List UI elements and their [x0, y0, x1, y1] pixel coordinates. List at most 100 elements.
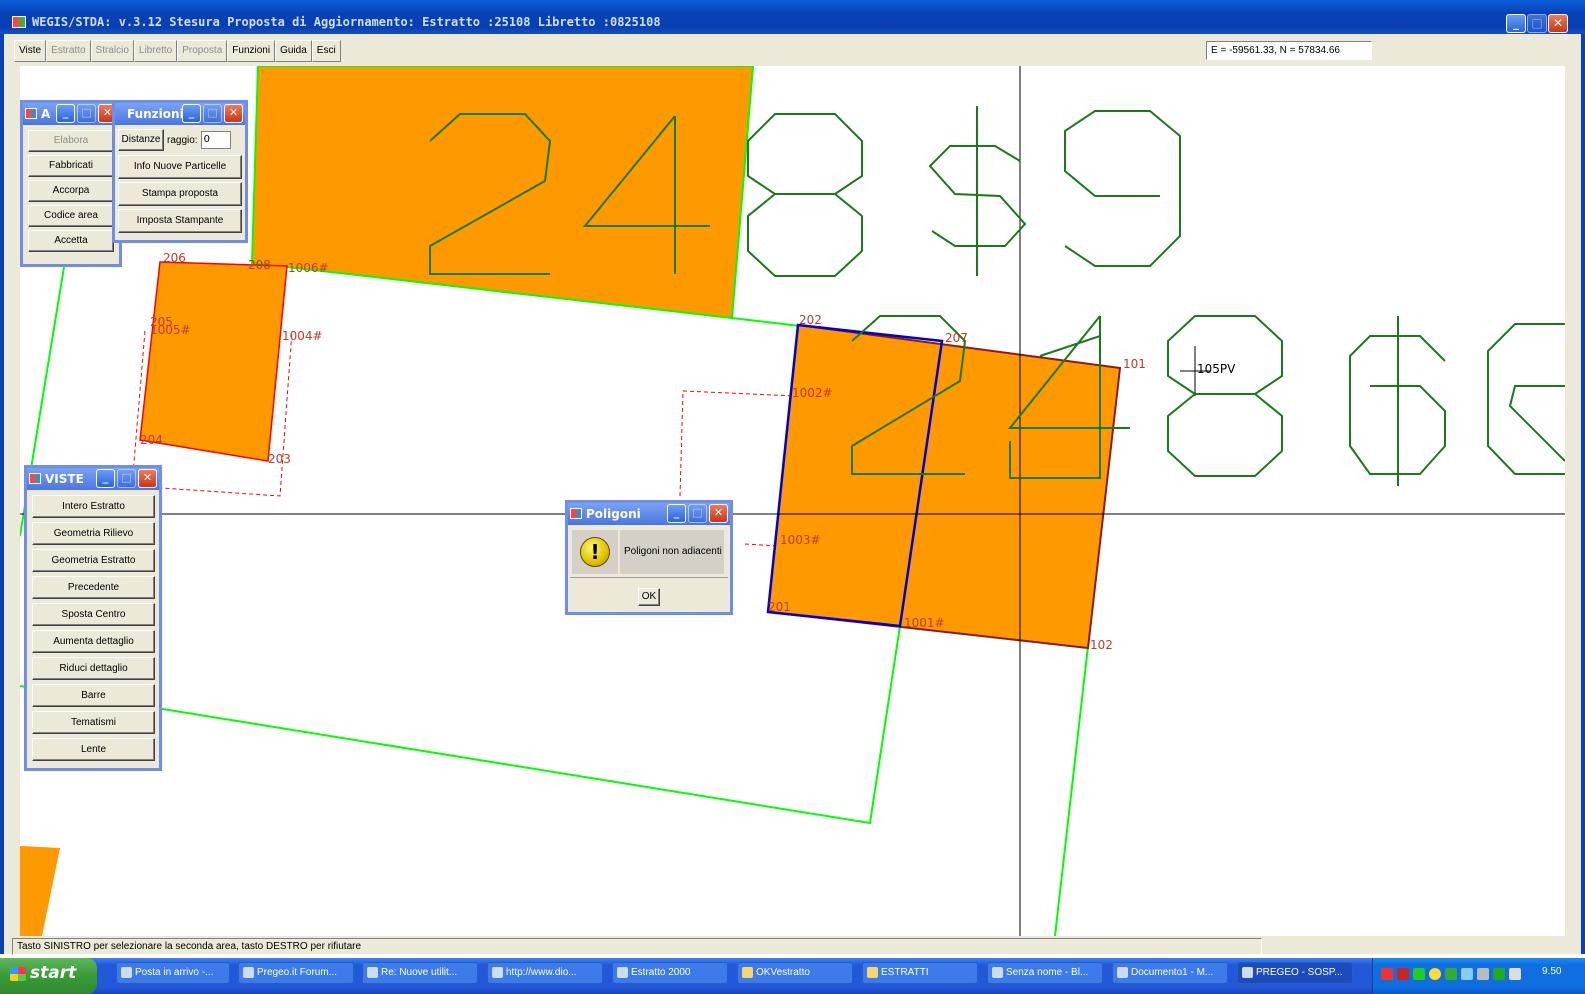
- panel-viste-close-button[interactable]: ✕: [138, 469, 157, 488]
- task-http[interactable]: http://www.dio...: [487, 962, 603, 984]
- close-button[interactable]: ✕: [1548, 14, 1568, 33]
- task-senza-nome[interactable]: Senza nome - Bl...: [987, 962, 1103, 984]
- task-pregeo-forum[interactable]: Pregeo.it Forum...: [238, 962, 354, 984]
- warning-icon: !: [580, 537, 610, 567]
- tematismi-button[interactable]: Tematismi: [32, 711, 155, 734]
- menu-viste[interactable]: Viste: [14, 40, 47, 62]
- codice-area-button[interactable]: Codice area: [28, 205, 114, 227]
- app-icon: [12, 16, 26, 28]
- info-nuove-particelle-button[interactable]: Info Nuove Particelle: [118, 155, 242, 179]
- geometria-rilievo-button[interactable]: Geometria Rilievo: [32, 522, 155, 545]
- panel-viste: VISTE _ □ ✕ Intero Estratto Geometria Ri…: [24, 465, 162, 771]
- label-203: 203: [268, 452, 291, 466]
- tray-icon-smiley[interactable]: [1429, 968, 1441, 980]
- geometria-estratto-button[interactable]: Geometria Estratto: [32, 549, 155, 572]
- panel-funzioni: Funzioni _ □ ✕ Distanze raggio: 0 Info N…: [112, 100, 248, 243]
- coordinates-readout: E = -59561.33, N = 57834.66: [1206, 41, 1372, 60]
- dialog-close-button[interactable]: ✕: [709, 504, 728, 523]
- dialog-title: Poligoni: [586, 507, 641, 521]
- mail-icon: [121, 967, 132, 978]
- menu-estratto[interactable]: Estratto: [46, 40, 91, 62]
- dialog-minimize-button[interactable]: _: [667, 504, 686, 523]
- window-title: WEGIS/STDA: v.3.12 Stesura Proposta di A…: [32, 15, 661, 29]
- folder-icon: [867, 967, 878, 978]
- menu-esci[interactable]: Esci: [311, 40, 341, 62]
- label-1004: 1004#: [282, 329, 323, 343]
- status-bar: Tasto SINISTRO per selezionare la second…: [12, 938, 1262, 955]
- label-204: 204: [140, 433, 163, 447]
- fabbricati-button[interactable]: Fabbricati: [28, 155, 114, 177]
- volume-icon[interactable]: [1509, 968, 1521, 980]
- task-okvestratto[interactable]: OKVestratto: [737, 962, 853, 984]
- browser-icon: [367, 967, 378, 978]
- map-canvas[interactable]: 206 208 1006# 205 1005# 1004# 204 203 20…: [20, 66, 1565, 936]
- minimize-button[interactable]: _: [1506, 14, 1526, 33]
- task-posta[interactable]: Posta in arrivo -...: [116, 962, 230, 984]
- menu-bar: Viste Estratto Stralcio Libretto Propost…: [14, 40, 341, 62]
- menu-stralcio[interactable]: Stralcio: [90, 40, 134, 62]
- dialog-maximize-button[interactable]: □: [688, 504, 707, 523]
- label-202: 202: [799, 313, 822, 327]
- map-drawing: 206 208 1006# 205 1005# 1004# 204 203 20…: [20, 66, 1565, 936]
- accetta-button[interactable]: Accetta: [28, 230, 114, 252]
- dialog-icon: [570, 508, 582, 519]
- browser-icon: [243, 967, 254, 978]
- panel-a-titlebar[interactable]: A _ □ ✕: [23, 103, 119, 125]
- task-estratti[interactable]: ESTRATTI: [862, 962, 978, 984]
- panel-funzioni-titlebar[interactable]: Funzioni _ □ ✕: [115, 103, 245, 125]
- tray-icon-messenger[interactable]: [1493, 968, 1505, 980]
- precedente-button[interactable]: Precedente: [32, 576, 155, 599]
- menu-libretto[interactable]: Libretto: [133, 40, 178, 62]
- parcel-top: [250, 66, 755, 320]
- stampa-proposta-button[interactable]: Stampa proposta: [118, 182, 242, 206]
- app-icon: [617, 967, 628, 978]
- dialog-message: Poligoni non adiacenti: [620, 530, 724, 574]
- panel-a-maximize-button[interactable]: □: [77, 104, 96, 123]
- label-208: 208: [248, 258, 271, 272]
- maximize-button[interactable]: □: [1527, 14, 1547, 33]
- intero-estratto-button[interactable]: Intero Estratto: [32, 495, 155, 518]
- panel-a-title: A: [41, 107, 51, 121]
- browser-icon: [492, 967, 503, 978]
- menu-guida[interactable]: Guida: [275, 40, 312, 62]
- tray-icon-app[interactable]: [1445, 968, 1457, 980]
- panel-viste-titlebar[interactable]: VISTE _ □ ✕: [27, 468, 159, 490]
- panel-a-minimize-button[interactable]: _: [56, 104, 75, 123]
- lente-button[interactable]: Lente: [32, 738, 155, 761]
- panel-viste-maximize-button[interactable]: □: [117, 469, 136, 488]
- tray-icon-f[interactable]: [1381, 968, 1393, 980]
- dialog-titlebar[interactable]: Poligoni _ □ ✕: [568, 503, 730, 525]
- tray-icon-network[interactable]: [1413, 968, 1425, 980]
- menu-proposta[interactable]: Proposta: [177, 40, 228, 62]
- clock: 9.50: [1542, 966, 1562, 977]
- panel-funzioni-minimize-button[interactable]: _: [182, 104, 201, 123]
- panel-funzioni-maximize-button[interactable]: □: [203, 104, 222, 123]
- word-icon: [1117, 967, 1128, 978]
- barre-button[interactable]: Barre: [32, 684, 155, 707]
- tray-icon-monitor[interactable]: [1477, 968, 1489, 980]
- panel-viste-minimize-button[interactable]: _: [96, 469, 115, 488]
- menu-funzioni[interactable]: Funzioni: [227, 40, 276, 62]
- label-102: 102: [1090, 638, 1113, 652]
- task-pregeo[interactable]: PREGEO - SOSP...: [1237, 962, 1353, 984]
- tray-icon-antivirus[interactable]: [1397, 968, 1409, 980]
- label-1001: 1001#: [904, 616, 945, 630]
- panel-funzioni-close-button[interactable]: ✕: [224, 104, 243, 123]
- label-105pv: 105PV: [1197, 362, 1236, 376]
- ok-button[interactable]: OK: [638, 588, 660, 606]
- tray-icon-sync[interactable]: [1461, 968, 1473, 980]
- imposta-stampante-button[interactable]: Imposta Stampante: [118, 209, 242, 233]
- panel-a-icon: [25, 108, 37, 119]
- riduci-dettaglio-button[interactable]: Riduci dettaglio: [32, 657, 155, 680]
- sposta-centro-button[interactable]: Sposta Centro: [32, 603, 155, 626]
- aumenta-dettaglio-button[interactable]: Aumenta dettaglio: [32, 630, 155, 653]
- task-estratto-2000[interactable]: Estratto 2000: [612, 962, 728, 984]
- task-documento1[interactable]: Documento1 - M...: [1112, 962, 1228, 984]
- task-re-nuove[interactable]: Re: Nuove utilit...: [362, 962, 478, 984]
- start-button[interactable]: start: [0, 958, 97, 994]
- accorpa-button[interactable]: Accorpa: [28, 180, 114, 202]
- elabora-button[interactable]: Elabora: [28, 130, 114, 152]
- label-1003: 1003#: [780, 533, 821, 547]
- raggio-input[interactable]: 0: [200, 131, 231, 149]
- distanze-button[interactable]: Distanze: [118, 129, 164, 151]
